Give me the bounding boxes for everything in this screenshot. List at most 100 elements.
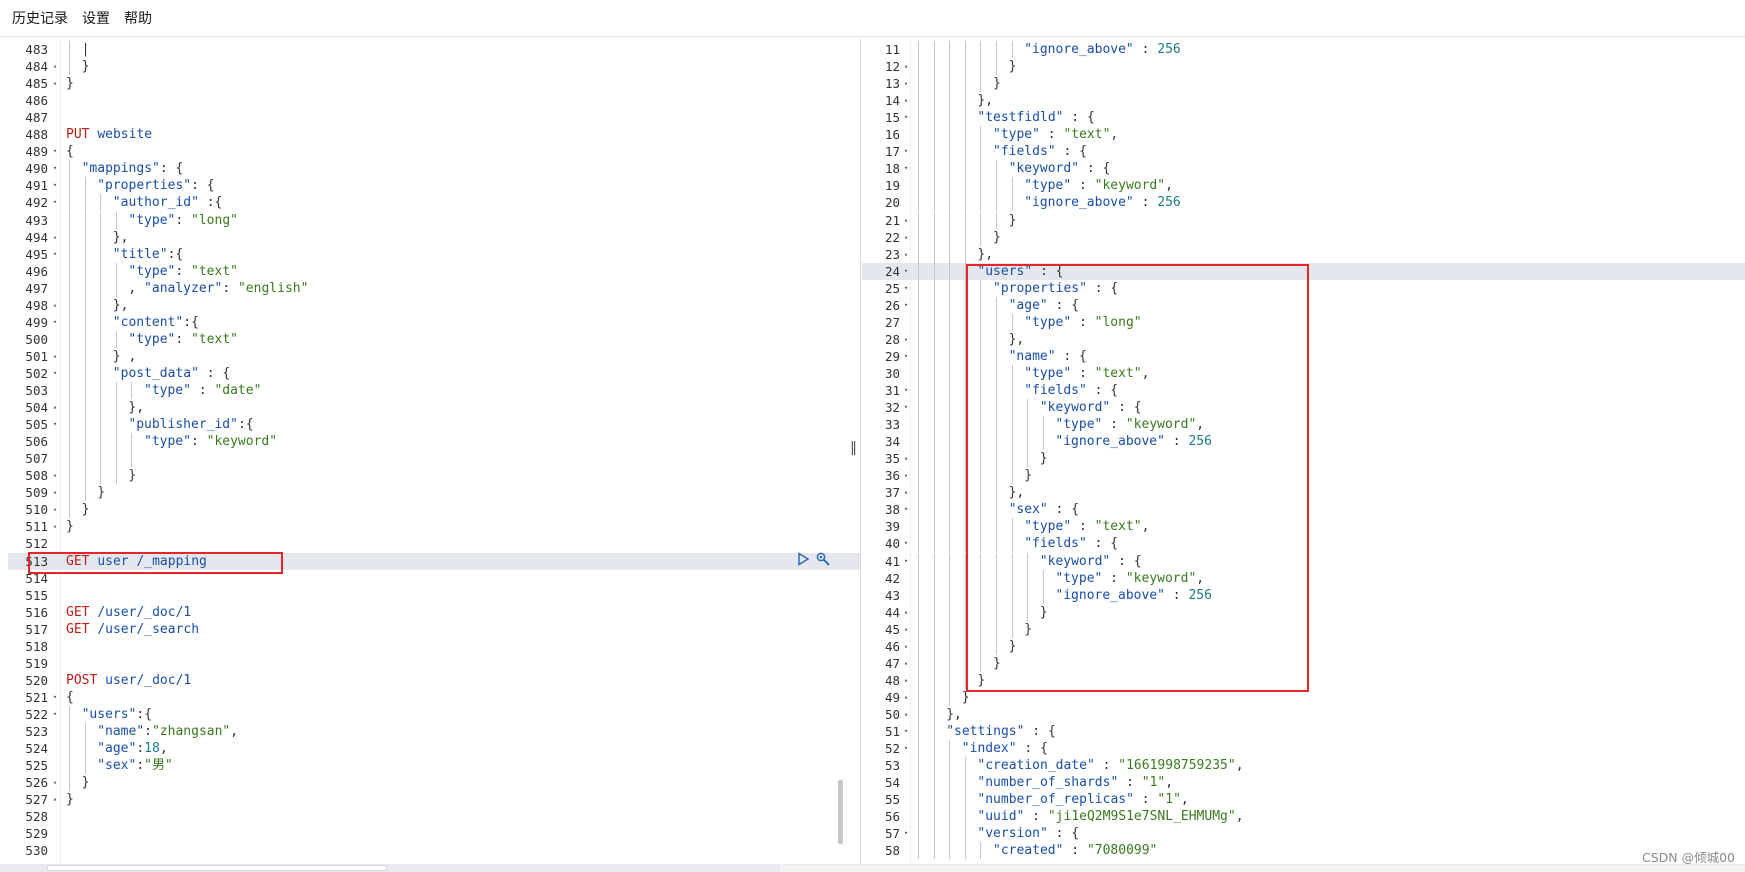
code-line[interactable]: 530 [8, 842, 860, 859]
fold-collapse-icon[interactable]: ▾ [50, 706, 60, 723]
fold-collapse-icon[interactable]: ▾ [901, 348, 911, 365]
code-line[interactable]: 512 [8, 535, 860, 552]
fold-collapse-icon[interactable]: ▾ [901, 399, 911, 416]
fold-expand-icon[interactable]: ▴ [50, 399, 60, 416]
code-line[interactable]: 41 ▾ "keyword" : { [862, 552, 1745, 570]
fold-expand-icon[interactable]: ▴ [901, 604, 911, 621]
fold-expand-icon[interactable]: ▴ [901, 450, 911, 467]
fold-collapse-icon[interactable]: ▾ [50, 194, 60, 211]
code-line[interactable]: 32 ▾ "keyword" : { [862, 399, 1745, 417]
code-line[interactable]: 28 ▴}, [862, 330, 1745, 348]
fold-expand-icon[interactable]: ▴ [901, 58, 911, 75]
code-line[interactable]: 526 ▴} [8, 774, 860, 792]
code-line[interactable]: 45 ▴} [862, 620, 1745, 638]
pane-resize-handle[interactable]: ‖ [850, 440, 857, 456]
fold-expand-icon[interactable]: ▴ [50, 75, 60, 92]
fold-expand-icon[interactable]: ▴ [50, 501, 60, 518]
code-line[interactable]: 519 [8, 655, 860, 672]
menu-help[interactable]: 帮助 [124, 8, 152, 28]
code-line[interactable]: 33 "type" : "keyword", [862, 416, 1745, 434]
fold-collapse-icon[interactable]: ▾ [901, 160, 911, 177]
fold-collapse-icon[interactable]: ▾ [901, 825, 911, 842]
code-line[interactable]: 520 POST user/_doc/1 [8, 672, 860, 689]
code-line[interactable]: 516 GET /user/_doc/1 [8, 604, 860, 621]
request-editor[interactable]: 483 | 484 ▴} 485 ▴} 486 487 488 PUT website 489 ▾{… [8, 38, 861, 864]
fold-expand-icon[interactable]: ▴ [901, 212, 911, 229]
code-line[interactable]: 30 "type" : "text", [862, 364, 1745, 382]
code-line[interactable]: 40 ▾ "fields" : { [862, 535, 1745, 553]
fold-expand-icon[interactable]: ▴ [901, 689, 911, 706]
code-line[interactable]: 502 ▾ "post_data" : { [8, 364, 860, 382]
code-line[interactable]: 504 ▴}, [8, 399, 860, 417]
fold-expand-icon[interactable]: ▴ [50, 518, 60, 535]
code-line[interactable]: 22 ▴} [862, 228, 1745, 246]
fold-expand-icon[interactable]: ▴ [901, 75, 911, 92]
fold-expand-icon[interactable]: ▴ [901, 92, 911, 109]
code-line[interactable]: 20 "ignore_above" : 256 [862, 194, 1745, 212]
code-line[interactable]: 27 "type" : "long" [862, 313, 1745, 331]
fold-expand-icon[interactable]: ▴ [50, 229, 60, 246]
fold-collapse-icon[interactable]: ▾ [901, 553, 911, 570]
code-line[interactable]: 26 ▾ "age" : { [862, 296, 1745, 314]
fold-expand-icon[interactable]: ▴ [50, 484, 60, 501]
fold-expand-icon[interactable]: ▴ [50, 467, 60, 484]
code-line[interactable]: 52 ▾ "index" : { [862, 740, 1745, 758]
code-line[interactable]: 508 ▴} [8, 467, 860, 485]
fold-collapse-icon[interactable]: ▾ [901, 501, 911, 518]
code-line[interactable]: 523 "name":"zhangsan", [8, 723, 860, 740]
fold-collapse-icon[interactable]: ▾ [901, 740, 911, 757]
code-line[interactable]: 500 "type": "text" [8, 330, 860, 348]
code-line[interactable]: 488 PUT website [8, 126, 860, 143]
code-line[interactable]: 491 ▾ "properties": { [8, 177, 860, 195]
code-line[interactable]: 36 ▴} [862, 467, 1745, 485]
code-line[interactable]: 38 ▾ "sex" : { [862, 501, 1745, 519]
code-line[interactable]: 14 ▴}, [862, 92, 1745, 110]
wrench-icon[interactable] [815, 551, 831, 567]
code-line[interactable]: 31 ▾ "fields" : { [862, 382, 1745, 399]
code-line[interactable]: 484 ▴} [8, 58, 860, 76]
code-line[interactable]: 522 ▾ "users":{ [8, 705, 860, 723]
code-line[interactable]: 525 "sex":"男" [8, 757, 860, 775]
code-line[interactable]: 498 ▴}, [8, 296, 860, 314]
fold-collapse-icon[interactable]: ▾ [901, 280, 911, 297]
code-line[interactable]: 495 ▾ "title":{ [8, 245, 860, 263]
code-line[interactable]: 515 [8, 587, 860, 604]
code-line[interactable]: 49 ▴} [862, 688, 1745, 706]
fold-collapse-icon[interactable]: ▾ [901, 382, 911, 399]
code-line[interactable]: 18 ▾ "keyword" : { [862, 160, 1745, 178]
code-line[interactable]: 34 "ignore_above" : 256 [862, 433, 1745, 451]
code-line[interactable]: 19 "type" : "keyword", [862, 177, 1745, 195]
fold-expand-icon[interactable]: ▴ [901, 621, 911, 638]
fold-expand-icon[interactable]: ▴ [901, 246, 911, 263]
fold-collapse-icon[interactable]: ▾ [901, 535, 911, 552]
code-line[interactable]: 48 ▴} [862, 671, 1745, 689]
code-line[interactable]: 506 "type": "keyword" [8, 433, 860, 451]
code-line[interactable]: 51 ▾ "settings" : { [862, 723, 1745, 740]
code-line[interactable]: 42 "type" : "keyword", [862, 569, 1745, 587]
fold-collapse-icon[interactable]: ▾ [50, 246, 60, 263]
fold-expand-icon[interactable]: ▴ [901, 467, 911, 484]
code-line[interactable]: 529 [8, 825, 860, 842]
code-line[interactable]: 517 GET /user/_search [8, 621, 860, 638]
code-line[interactable]: 489 ▾ { [8, 143, 860, 160]
code-line[interactable]: 509 ▴} [8, 484, 860, 502]
fold-expand-icon[interactable]: ▴ [901, 672, 911, 689]
run-request-icon[interactable] [796, 552, 810, 566]
code-line[interactable]: 513 GET user /_mapping [8, 552, 860, 570]
fold-collapse-icon[interactable]: ▾ [50, 365, 60, 382]
code-line[interactable]: 11 "ignore_above" : 256 [862, 41, 1745, 58]
code-line[interactable]: 494 ▴}, [8, 228, 860, 246]
fold-expand-icon[interactable]: ▴ [901, 484, 911, 501]
fold-expand-icon[interactable]: ▴ [50, 58, 60, 75]
code-line[interactable]: 47 ▴} [862, 654, 1745, 672]
code-line[interactable]: 43 "ignore_above" : 256 [862, 586, 1745, 604]
code-line[interactable]: 487 [8, 109, 860, 126]
code-line[interactable]: 528 [8, 808, 860, 825]
code-line[interactable]: 57 ▾ "version" : { [862, 825, 1745, 843]
fold-collapse-icon[interactable]: ▾ [50, 160, 60, 177]
code-line[interactable]: 483 | [8, 41, 860, 58]
fold-collapse-icon[interactable]: ▾ [50, 416, 60, 433]
fold-collapse-icon[interactable]: ▾ [901, 109, 911, 126]
code-line[interactable]: 524 "age":18, [8, 740, 860, 758]
fold-expand-icon[interactable]: ▴ [901, 638, 911, 655]
